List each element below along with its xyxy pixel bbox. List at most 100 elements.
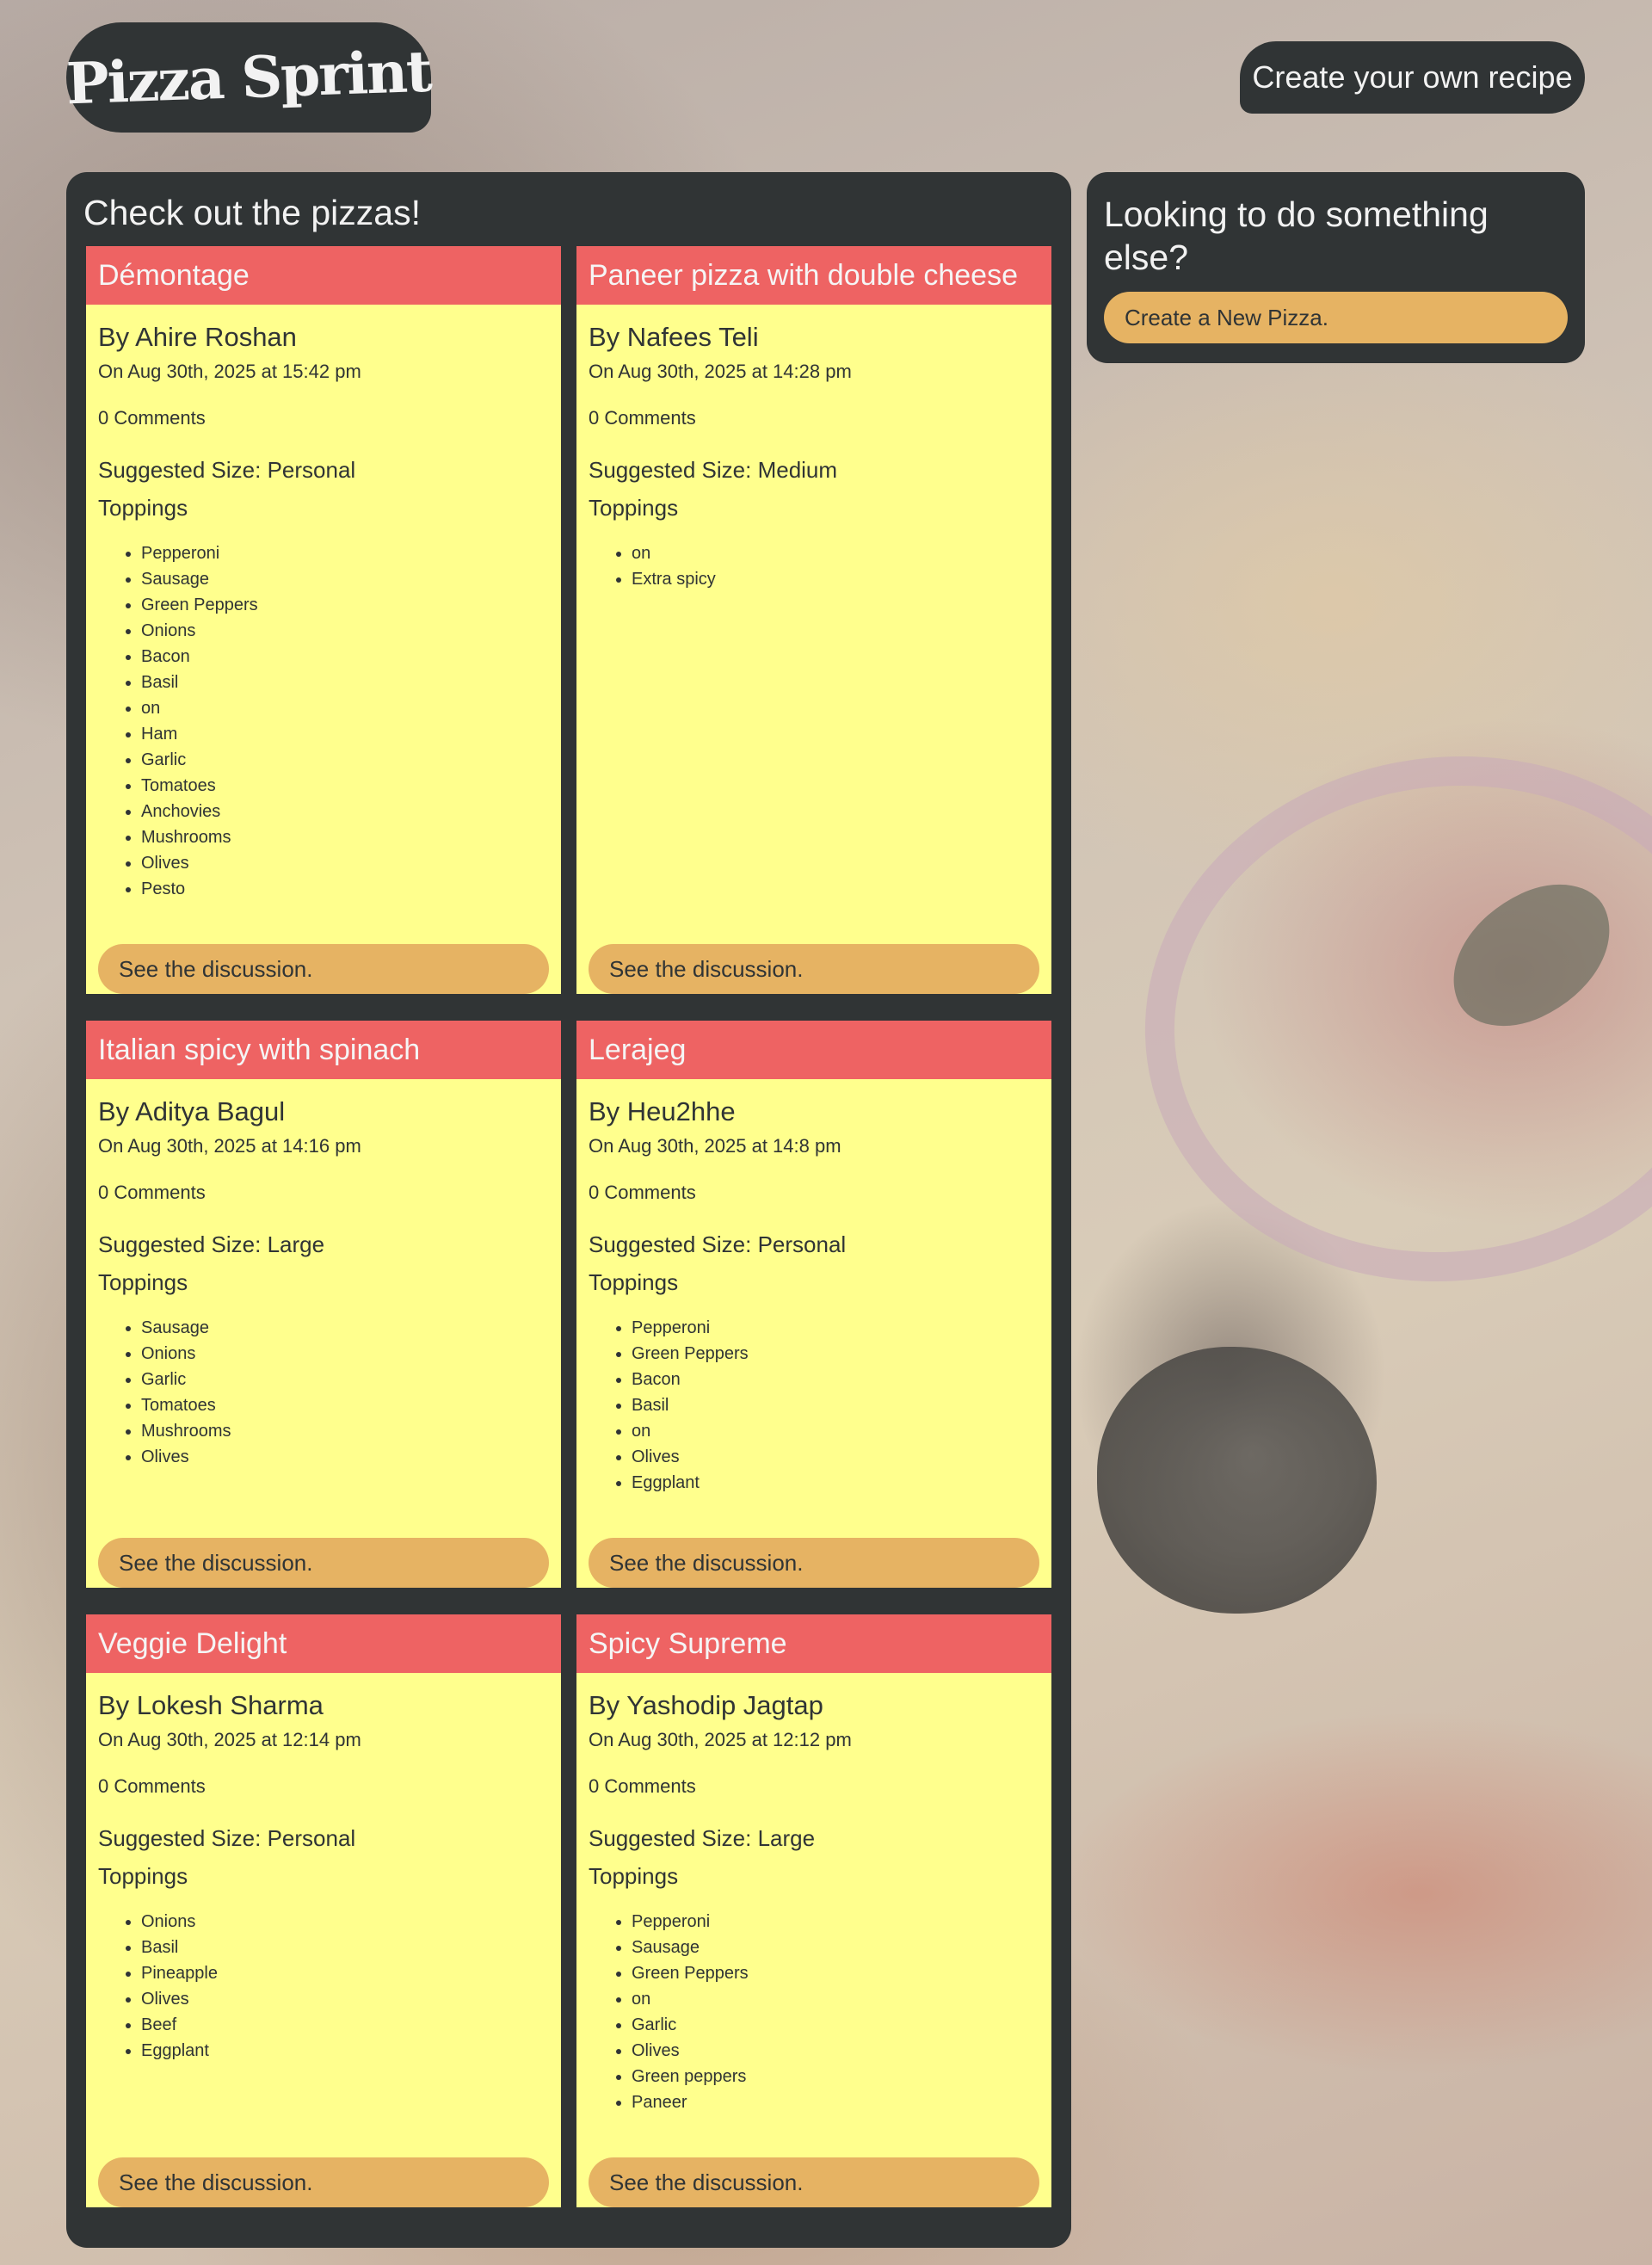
sidebar-title: Looking to do something else?: [1104, 194, 1489, 277]
toppings-list: Onions Basil Pineapple Olives Beef Eggpl…: [98, 1909, 549, 2064]
topping-item: on: [632, 1418, 1039, 1444]
pizza-date: On Aug 30th, 2025 at 14:28 pm: [589, 361, 852, 382]
suggested-size: Suggested Size: Medium: [589, 457, 838, 483]
pizza-author: By Ahire Roshan: [98, 322, 297, 352]
pizza-card: Spicy Supreme By Yashodip Jagtap On Aug …: [576, 1614, 1051, 2207]
topping-item: Paneer: [632, 2089, 1039, 2115]
pizza-list-panel: Check out the pizzas! Démontage By Ahire…: [66, 172, 1071, 2248]
topping-item: Pesto: [141, 876, 549, 902]
pizza-card: Démontage By Ahire Roshan On Aug 30th, 2…: [86, 246, 561, 994]
topping-item: Green Peppers: [632, 1960, 1039, 1986]
create-recipe-button[interactable]: Create your own recipe: [1240, 41, 1585, 114]
topping-item: Olives: [632, 1444, 1039, 1470]
see-discussion-button[interactable]: See the discussion.: [98, 944, 549, 994]
toppings-heading: Toppings: [98, 495, 188, 521]
see-discussion-button[interactable]: See the discussion.: [98, 2157, 549, 2207]
pizza-card: Italian spicy with spinach By Aditya Bag…: [86, 1021, 561, 1588]
topping-item: Pepperoni: [632, 1315, 1039, 1341]
toppings-list: Sausage Onions Garlic Tomatoes Mushrooms…: [98, 1315, 549, 1470]
suggested-size: Suggested Size: Personal: [98, 1825, 356, 1851]
toppings-heading: Toppings: [589, 1269, 679, 1295]
topping-item: Mushrooms: [141, 1418, 549, 1444]
topping-item: Pepperoni: [632, 1909, 1039, 1935]
topping-item: on: [632, 540, 1039, 566]
pizza-name: Démontage: [86, 246, 561, 305]
topping-item: Sausage: [141, 1315, 549, 1341]
suggested-size: Suggested Size: Personal: [589, 1231, 847, 1257]
comment-count: 0 Comments: [589, 1182, 696, 1203]
see-discussion-button[interactable]: See the discussion.: [589, 2157, 1039, 2207]
pizza-date: On Aug 30th, 2025 at 12:12 pm: [589, 1729, 852, 1750]
pizza-author: By Aditya Bagul: [98, 1096, 286, 1126]
page-title: Check out the pizzas!: [83, 193, 421, 232]
topping-item: Anchovies: [141, 799, 549, 824]
pizza-name: Spicy Supreme: [576, 1614, 1051, 1673]
pizza-card: Paneer pizza with double cheese By Nafee…: [576, 246, 1051, 994]
topping-item: Green Peppers: [632, 1341, 1039, 1367]
topping-item: Garlic: [632, 2012, 1039, 2038]
pizza-date: On Aug 30th, 2025 at 12:14 pm: [98, 1729, 361, 1750]
topping-item: Bacon: [632, 1367, 1039, 1392]
topping-item: Bacon: [141, 644, 549, 670]
pizza-card: Lerajeg By Heu2hhe On Aug 30th, 2025 at …: [576, 1021, 1051, 1588]
comment-count: 0 Comments: [98, 407, 206, 429]
topping-item: Basil: [632, 1392, 1039, 1418]
suggested-size: Suggested Size: Personal: [98, 457, 356, 483]
topping-item: Beef: [141, 2012, 549, 2038]
topping-item: Eggplant: [632, 1470, 1039, 1496]
topping-item: Sausage: [632, 1935, 1039, 1960]
topping-item: on: [141, 695, 549, 721]
pizza-card: Veggie Delight By Lokesh Sharma On Aug 3…: [86, 1614, 561, 2207]
pizza-name: Lerajeg: [576, 1021, 1051, 1079]
pizza-date: On Aug 30th, 2025 at 14:16 pm: [98, 1135, 361, 1157]
topping-item: on: [632, 1986, 1039, 2012]
topping-item: Green peppers: [632, 2064, 1039, 2089]
pizza-date: On Aug 30th, 2025 at 14:8 pm: [589, 1135, 841, 1157]
pizza-name: Italian spicy with spinach: [86, 1021, 561, 1079]
topping-item: Onions: [141, 1909, 549, 1935]
pizza-author: By Yashodip Jagtap: [589, 1690, 823, 1720]
toppings-heading: Toppings: [98, 1863, 188, 1889]
topping-item: Garlic: [141, 1367, 549, 1392]
topping-item: Onions: [141, 1341, 549, 1367]
topping-item: Green Peppers: [141, 592, 549, 618]
topping-item: Ham: [141, 721, 549, 747]
see-discussion-button[interactable]: See the discussion.: [589, 1538, 1039, 1588]
topping-item: Mushrooms: [141, 824, 549, 850]
sidebar-panel: Looking to do something else? Create a N…: [1087, 172, 1585, 363]
topping-item: Pepperoni: [141, 540, 549, 566]
topping-item: Tomatoes: [141, 773, 549, 799]
toppings-heading: Toppings: [589, 1863, 679, 1889]
pizza-date: On Aug 30th, 2025 at 15:42 pm: [98, 361, 361, 382]
pizza-author: By Heu2hhe: [589, 1096, 736, 1126]
topping-item: Garlic: [141, 747, 549, 773]
topping-item: Tomatoes: [141, 1392, 549, 1418]
topping-item: Basil: [141, 670, 549, 695]
toppings-list: Pepperoni Sausage Green Peppers Onions B…: [98, 540, 549, 902]
topping-item: Olives: [141, 1986, 549, 2012]
suggested-size: Suggested Size: Large: [98, 1231, 325, 1257]
toppings-list: Pepperoni Sausage Green Peppers on Garli…: [589, 1909, 1039, 2115]
pizza-author: By Lokesh Sharma: [98, 1690, 324, 1720]
topping-item: Sausage: [141, 566, 549, 592]
see-discussion-button[interactable]: See the discussion.: [98, 1538, 549, 1588]
comment-count: 0 Comments: [98, 1775, 206, 1797]
pizza-author: By Nafees Teli: [589, 322, 759, 352]
topping-item: Eggplant: [141, 2038, 549, 2064]
comment-count: 0 Comments: [589, 407, 696, 429]
topping-item: Olives: [141, 850, 549, 876]
topping-item: Olives: [632, 2038, 1039, 2064]
site-logo[interactable]: Pizza Sprint: [65, 22, 432, 133]
topping-item: Basil: [141, 1935, 549, 1960]
topping-item: Pineapple: [141, 1960, 549, 1986]
logo-text: Pizza Sprint: [65, 37, 432, 118]
pizza-name: Paneer pizza with double cheese: [576, 246, 1051, 305]
topping-item: Onions: [141, 618, 549, 644]
see-discussion-button[interactable]: See the discussion.: [589, 944, 1039, 994]
background-olive: [1097, 1347, 1377, 1614]
create-new-pizza-button[interactable]: Create a New Pizza.: [1104, 292, 1568, 343]
toppings-list: Pepperoni Green Peppers Bacon Basil on O…: [589, 1315, 1039, 1496]
comment-count: 0 Comments: [98, 1182, 206, 1203]
pizza-name: Veggie Delight: [86, 1614, 561, 1673]
toppings-heading: Toppings: [589, 495, 679, 521]
